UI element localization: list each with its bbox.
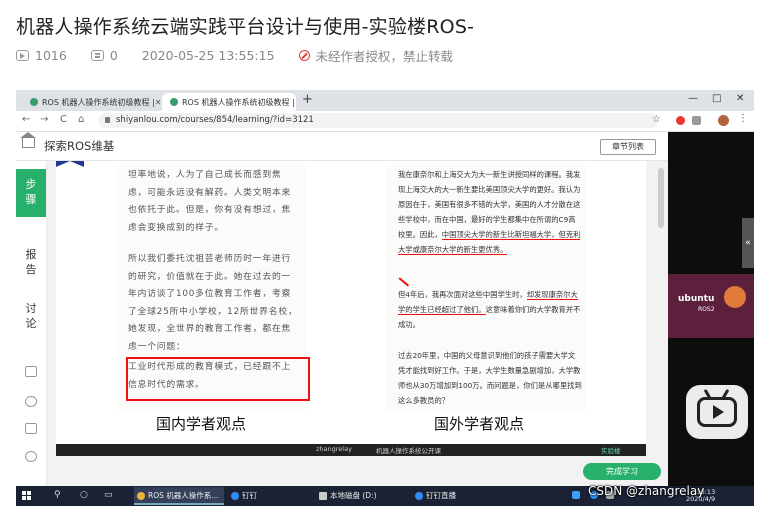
slide-bookmark-icon [56, 161, 84, 167]
thumb-title: ubuntu [678, 294, 715, 304]
left-paragraph-2: 所以我们委托沈祖芸老师历时一年进行的研究，价值就在于此。她在过去的一年内访谈了1… [128, 254, 298, 352]
close-tab-icon[interactable]: ✕ [295, 98, 296, 107]
highlight-box [126, 357, 310, 401]
dingtalk-live-icon [415, 492, 423, 500]
browser-tab-bar: ROS 机器人操作系统初级教程 | ✕ ROS 机器人操作系统初级教程 | ✕ … [16, 90, 754, 111]
sidebar-item-report[interactable]: 报告 [16, 247, 46, 277]
tray-icon[interactable] [572, 491, 580, 499]
right-text: 我在康奈尔和上海交大为大一新生讲授同样的课程。我发现上海交大的大一新生要比美国顶… [398, 170, 581, 239]
page-title: 探索ROS维基 [44, 139, 115, 153]
left-paragraph-1: 坦率地说，人为了自己成长而感到焦虑，可能永远没有解药。人类文明本来也依托于此。但… [128, 170, 292, 233]
comment-count: 0 [109, 48, 118, 63]
person-icon[interactable] [25, 451, 37, 462]
taskbar-app-chrome[interactable]: ROS 机器人操作系... [134, 487, 224, 505]
bookmark-star-icon[interactable]: ☆ [652, 114, 661, 125]
play-icon [713, 405, 724, 419]
reload-button[interactable]: C [60, 114, 67, 125]
thumb-subtitle: ROS2 [698, 306, 715, 313]
page-scrollbar[interactable] [658, 168, 664, 228]
back-button[interactable]: ← [22, 114, 30, 125]
view-count: 1016 [35, 48, 67, 63]
maximize-button[interactable]: □ [712, 93, 721, 104]
csdn-watermark: CSDN @zhangrelay [588, 484, 705, 498]
lecture-slide[interactable]: 坦率地说，人为了自己成长而感到焦虑，可能永远没有解药。人类文明本来也依托于此。但… [56, 161, 646, 456]
taskbar-app-label: 钉钉直播 [426, 491, 456, 500]
chapter-list-button[interactable]: 章节列表 [600, 139, 656, 155]
dingtalk-icon [231, 492, 239, 500]
foreign-view-document: 我在康奈尔和上海交大为大一新生讲授同样的课程。我发现上海交大的大一新生要比美国顶… [386, 165, 586, 410]
sidebar-item-label: 步骤 [25, 178, 37, 206]
home-button[interactable]: ⌂ [78, 114, 84, 125]
windows-start-icon[interactable] [22, 491, 32, 501]
right-caption: 国外学者观点 [434, 415, 525, 433]
drive-icon [319, 492, 327, 500]
ubuntu-thumbnail[interactable]: ubuntu ROS2 [668, 274, 754, 338]
video-subtitle: 机器人操作系统公开课 [376, 447, 441, 455]
bilibili-play-overlay[interactable] [686, 385, 748, 439]
sidebar-item-steps[interactable]: 步骤 [16, 169, 46, 217]
address-bar-row: ← → C ⌂ shiyanlou.com/courses/854/learni… [16, 111, 754, 132]
forward-button[interactable]: → [40, 114, 48, 125]
left-caption: 国内学者观点 [156, 415, 247, 433]
play-count-icon [16, 50, 29, 61]
profile-avatar[interactable] [718, 115, 729, 126]
lock-icon [105, 117, 110, 123]
task-view-icon[interactable]: ▭ [104, 490, 113, 500]
cortana-icon[interactable]: ○ [80, 490, 88, 500]
search-icon[interactable]: ⚲ [54, 490, 61, 500]
video-author: zhangrelay [316, 445, 352, 453]
close-tab-icon[interactable]: ✕ [155, 98, 160, 107]
url-input[interactable]: shiyanlou.com/courses/854/learning/?id=3… [98, 113, 658, 128]
extension-opera-icon[interactable] [676, 116, 685, 125]
comment-icon [90, 50, 104, 61]
tab-label: ROS 机器人操作系统初级教程 | [182, 97, 295, 107]
minimize-button[interactable]: — [688, 93, 698, 104]
new-tab-button[interactable]: + [302, 92, 313, 107]
site-favicon-icon [30, 98, 38, 106]
taskbar-app-label: ROS 机器人操作系... [148, 491, 219, 500]
right-paragraph-1: 我在康奈尔和上海交大为大一新生讲授同样的课程。我发现上海交大的大一新生要比美国顶… [398, 167, 582, 257]
document-icon[interactable] [25, 423, 37, 434]
collapse-panel-button[interactable]: « [742, 218, 754, 268]
url-text: shiyanlou.com/courses/854/learning/?id=3… [116, 115, 314, 125]
right-paragraph-2: 但4年后，我再次面对这些中国学生时，却发现康奈尔大学的学生已经超过了他们。这意味… [398, 287, 582, 332]
shiyanlou-logo: 实验楼 [601, 447, 621, 455]
complete-study-button[interactable]: 完成学习 [583, 463, 661, 480]
taskbar-app-label: 本地磁盘 (D:) [330, 491, 377, 500]
right-paragraph-3: 过去20年里，中国的父母意识到他们的孩子需要大学文凭才能找到好工作。于是，大学生… [398, 351, 582, 405]
chrome-icon [137, 492, 145, 500]
post-meta: 1016 0 2020-05-25 13:55:15 未经作者授权，禁止转载 [16, 46, 453, 65]
license-note: 未经作者授权，禁止转载 [315, 49, 454, 64]
taskbar-app-dingtalk-live[interactable]: 钉钉直播 [412, 487, 502, 505]
browser-tab-1[interactable]: ROS 机器人操作系统初级教程 | ✕ [22, 93, 160, 111]
post-title: 机器人操作系统云端实践平台设计与使用-实验楼ROS- [16, 16, 475, 38]
ubuntu-logo-icon [724, 286, 746, 308]
site-favicon-icon [170, 98, 178, 106]
video-frame[interactable]: ROS 机器人操作系统初级教程 | ✕ ROS 机器人操作系统初级教程 | ✕ … [16, 90, 754, 506]
tab-label: ROS 机器人操作系统初级教程 | [42, 97, 155, 107]
post-datetime: 2020-05-25 13:55:15 [141, 48, 275, 63]
right-text: 但4年后，我再次面对这些中国学生时， [398, 290, 527, 299]
taskbar-app-dingtalk[interactable]: 钉钉 [228, 487, 308, 505]
note-icon[interactable] [25, 366, 37, 377]
sidebar-item-discuss[interactable]: 讨论 [16, 301, 46, 331]
course-sidebar: 步骤 报告 讨论 [16, 161, 47, 486]
browser-tab-2[interactable]: ROS 机器人操作系统初级教程 | ✕ [162, 93, 296, 111]
course-header: 探索ROS维基 章节列表 [16, 132, 668, 161]
close-window-button[interactable]: ✕ [736, 93, 744, 104]
browser-menu-icon[interactable]: ⋮ [738, 113, 748, 124]
taskbar-app-label: 钉钉 [242, 491, 257, 500]
video-caption-bar: zhangrelay 机器人操作系统公开课 实验楼 [56, 444, 646, 456]
no-repost-icon [298, 50, 310, 61]
extension-icon[interactable] [692, 116, 701, 125]
sidebar-item-label: 报告 [25, 248, 37, 276]
sidebar-item-label: 讨论 [25, 302, 37, 330]
home-icon[interactable] [20, 132, 36, 148]
chat-icon[interactable] [25, 396, 37, 407]
taskbar-app-disk[interactable]: 本地磁盘 (D:) [316, 487, 406, 505]
